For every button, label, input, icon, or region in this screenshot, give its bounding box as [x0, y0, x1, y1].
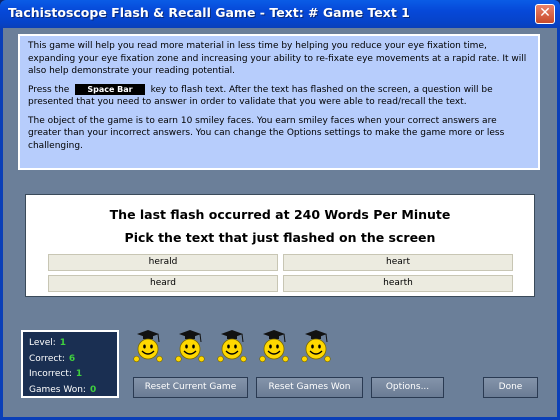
answer-option-3[interactable]: heard	[48, 275, 278, 292]
flash-game-panel: The last flash occurred at 240 Words Per…	[25, 194, 535, 297]
level-label: Level:	[29, 338, 56, 348]
correct-row: Correct: 6	[29, 352, 111, 368]
instructions-paragraph-2: Press the Space Bar key to flash text. Aft…	[28, 83, 530, 109]
reset-current-game-button[interactable]: Reset Current Game	[133, 377, 248, 398]
level-value: 1	[59, 338, 67, 348]
smiley-face-icon	[133, 330, 163, 364]
instructions-paragraph-1: This game will help you read more materi…	[28, 41, 527, 76]
instructions-press-text: Press the	[28, 84, 70, 95]
incorrect-label: Incorrect:	[29, 369, 72, 379]
reset-games-won-button[interactable]: Reset Games Won	[256, 377, 363, 398]
correct-label: Correct:	[29, 353, 65, 364]
incorrect-value: 1	[75, 369, 83, 379]
level-row: Level: 1	[29, 336, 111, 352]
answer-option-4[interactable]: hearth	[283, 275, 513, 292]
client-area: This game will help you read more materi…	[3, 28, 557, 417]
games-won-value: 0	[89, 384, 97, 395]
incorrect-row: Incorrect: 1	[29, 367, 111, 383]
games-won-row: Games Won: 0	[29, 383, 111, 399]
title-bar[interactable]: Tachistoscope Flash & Recall Game - Text…	[0, 0, 560, 28]
window-title: Tachistoscope Flash & Recall Game - Text…	[8, 5, 410, 20]
close-icon: ✕	[539, 5, 551, 21]
smiley-face-icon	[301, 330, 331, 364]
answer-option-2[interactable]: heart	[283, 254, 513, 271]
app-window: Tachistoscope Flash & Recall Game - Text…	[0, 0, 560, 420]
options-button[interactable]: Options...	[371, 377, 444, 398]
space-bar-key: Space Bar	[75, 83, 145, 95]
close-button[interactable]: ✕	[535, 4, 555, 24]
question-prompt: Pick the text that just flashed on the s…	[124, 230, 436, 245]
correct-value: 6	[68, 353, 76, 364]
instructions-panel: This game will help you read more materi…	[18, 34, 540, 170]
instructions-paragraph-3: The object of the game is to earn 10 smi…	[28, 115, 505, 151]
speed-message: The last flash occurred at 240 Words Per…	[109, 207, 451, 222]
score-panel: Level: 1 Correct: 6 Incorrect: 1 Games Won:…	[21, 330, 119, 398]
games-won-label: Games Won:	[29, 384, 86, 395]
answer-option-1[interactable]: herald	[48, 254, 278, 271]
smiley-face-icon	[175, 330, 205, 364]
smiley-face-icon	[259, 330, 289, 364]
done-button[interactable]: Done	[483, 377, 538, 398]
smiley-face-icon	[217, 330, 247, 364]
